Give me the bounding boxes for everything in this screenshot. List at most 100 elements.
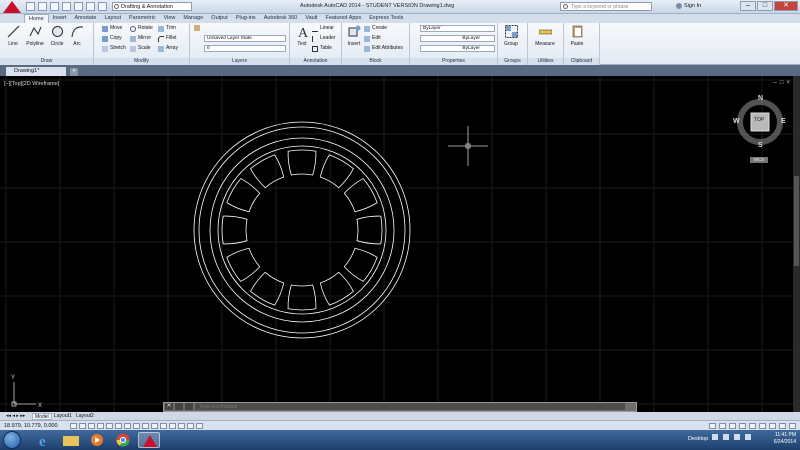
lineweight-dropdown[interactable]: ByLayer — [420, 45, 495, 52]
clean-screen-icon[interactable] — [789, 423, 796, 429]
utilities-panel-title[interactable]: Utilities — [528, 58, 563, 65]
arc-button[interactable]: Arc — [68, 25, 86, 47]
array-button[interactable]: Array — [158, 45, 178, 53]
tab-parametric[interactable]: Parametric — [125, 14, 160, 23]
mirror-button[interactable]: Mirror — [130, 35, 151, 43]
hardware-accel-icon[interactable] — [769, 423, 776, 429]
viewport-close[interactable]: × — [786, 80, 790, 86]
tab-insert[interactable]: Insert — [49, 14, 71, 23]
tab-autodesk-360[interactable]: Autodesk 360 — [260, 14, 302, 23]
circle-button[interactable]: Circle — [48, 25, 66, 47]
sc-toggle-icon[interactable] — [187, 423, 194, 429]
table-button[interactable]: Table — [312, 45, 332, 53]
drawing-canvas[interactable]: Y X — [0, 76, 793, 412]
ducs-toggle-icon[interactable] — [142, 423, 149, 429]
minimize-button[interactable]: – — [740, 1, 756, 11]
open-icon[interactable] — [38, 2, 47, 11]
create-block-button[interactable]: Create — [364, 25, 387, 33]
ie-icon[interactable]: e — [34, 432, 56, 450]
tab-plug-ins[interactable]: Plug-ins — [232, 14, 260, 23]
viewcube-west[interactable]: W — [733, 118, 740, 125]
command-close-button[interactable]: ✕ — [165, 403, 173, 410]
desktop-toolbar-label[interactable]: Desktop — [688, 436, 708, 442]
color-dropdown[interactable]: ByLayer — [420, 25, 495, 32]
drawing-viewport[interactable]: Y X [−][Top][2D Wireframe] – □ × TOP N S… — [0, 76, 793, 412]
wcs-menu[interactable]: WCS — [750, 157, 768, 163]
viewcube-top-label[interactable]: TOP — [754, 117, 764, 123]
tpy-toggle-icon[interactable] — [169, 423, 176, 429]
redo-icon[interactable] — [98, 2, 107, 11]
chrome-icon[interactable] — [112, 432, 134, 448]
groups-panel-title[interactable]: Groups — [498, 58, 527, 65]
polyline-button[interactable]: Polyline — [24, 25, 46, 47]
copy-button[interactable]: Copy — [102, 35, 122, 43]
tab-vault[interactable]: Vault — [301, 14, 321, 23]
layer-state-dropdown[interactable]: Unsaved Layer State — [204, 35, 286, 42]
ortho-toggle-icon[interactable] — [97, 423, 104, 429]
block-panel-title[interactable]: Block — [342, 58, 409, 65]
quick-view-layouts-icon[interactable] — [719, 423, 726, 429]
rotate-button[interactable]: Rotate — [130, 25, 153, 33]
linear-button[interactable]: Linear — [312, 25, 334, 33]
viewport-restore[interactable]: □ — [780, 80, 784, 86]
clipboard-panel-title[interactable]: Clipboard — [564, 58, 599, 65]
coordinate-readout[interactable]: 18.979, 10.779, 0.000 — [4, 423, 58, 429]
viewcube-east[interactable]: E — [781, 118, 786, 125]
move-button[interactable]: Move — [102, 25, 122, 33]
linetype-dropdown[interactable]: ByLayer — [420, 35, 495, 42]
paste-button[interactable]: Paste — [568, 25, 586, 47]
group-button[interactable]: Group — [502, 25, 520, 47]
tray-icon[interactable] — [734, 434, 740, 440]
modify-panel-title[interactable]: Modify — [94, 58, 189, 65]
tray-icon[interactable] — [712, 434, 718, 440]
current-layer-dropdown[interactable]: 0 — [204, 45, 286, 52]
start-icon[interactable] — [3, 431, 21, 449]
tab-annotate[interactable]: Annotate — [70, 14, 100, 23]
clock[interactable]: 11:41 PM 6/24/2014 — [774, 432, 796, 446]
leader-button[interactable]: Leader — [312, 35, 336, 43]
tab-layout[interactable]: Layout — [100, 14, 125, 23]
tab-layout2[interactable]: Layout2 — [74, 413, 96, 420]
tab-output[interactable]: Output — [207, 14, 232, 23]
line-button[interactable]: Line — [4, 25, 22, 47]
undo-icon[interactable] — [86, 2, 95, 11]
command-input[interactable] — [195, 403, 625, 410]
tray-icon[interactable] — [745, 434, 751, 440]
draw-panel-title[interactable]: Draw — [0, 58, 93, 65]
tab-layout1[interactable]: Layout1 — [52, 413, 74, 420]
quick-view-drawings-icon[interactable] — [729, 423, 736, 429]
edit-attributes-button[interactable]: Edit Attributes — [364, 45, 403, 53]
file-tab-drawing1[interactable]: Drawing1* — [6, 67, 66, 76]
scale-button[interactable]: Scale — [130, 45, 151, 53]
trim-button[interactable]: Trim — [158, 25, 176, 33]
save-icon[interactable] — [50, 2, 59, 11]
fillet-button[interactable]: Fillet — [158, 35, 177, 43]
tab-model[interactable]: Model — [32, 413, 52, 420]
media-icon[interactable] — [86, 432, 108, 448]
stretch-button[interactable]: Stretch — [102, 45, 126, 53]
maximize-button[interactable]: □ — [757, 1, 773, 11]
dyn-toggle-icon[interactable] — [151, 423, 158, 429]
measure-button[interactable]: Measure — [532, 25, 558, 47]
print-icon[interactable] — [74, 2, 83, 11]
tab-featured-apps[interactable]: Featured Apps — [321, 14, 365, 23]
annotation-panel-title[interactable]: Annotation — [290, 58, 341, 65]
otrack-toggle-icon[interactable] — [133, 423, 140, 429]
autocad-logo-icon[interactable] — [3, 1, 21, 13]
close-button[interactable]: ✕ — [774, 1, 798, 11]
model-space-icon[interactable] — [709, 423, 716, 429]
3dosnap-toggle-icon[interactable] — [124, 423, 131, 429]
new-tab-button[interactable]: + — [70, 68, 78, 76]
text-button[interactable]: A Text — [293, 25, 311, 47]
am-toggle-icon[interactable] — [196, 423, 203, 429]
viewcube-north[interactable]: N — [758, 95, 763, 102]
explorer-icon[interactable] — [60, 432, 82, 448]
new-icon[interactable] — [26, 2, 35, 11]
save-as-icon[interactable] — [62, 2, 71, 11]
layers-panel-title[interactable]: Layers — [190, 58, 289, 65]
annotation-scale-icon[interactable] — [739, 423, 746, 429]
command-prompt-icon[interactable] — [185, 403, 193, 410]
grid-toggle-icon[interactable] — [88, 423, 95, 429]
tray-icon[interactable] — [723, 434, 729, 440]
edit-block-button[interactable]: Edit — [364, 35, 381, 43]
